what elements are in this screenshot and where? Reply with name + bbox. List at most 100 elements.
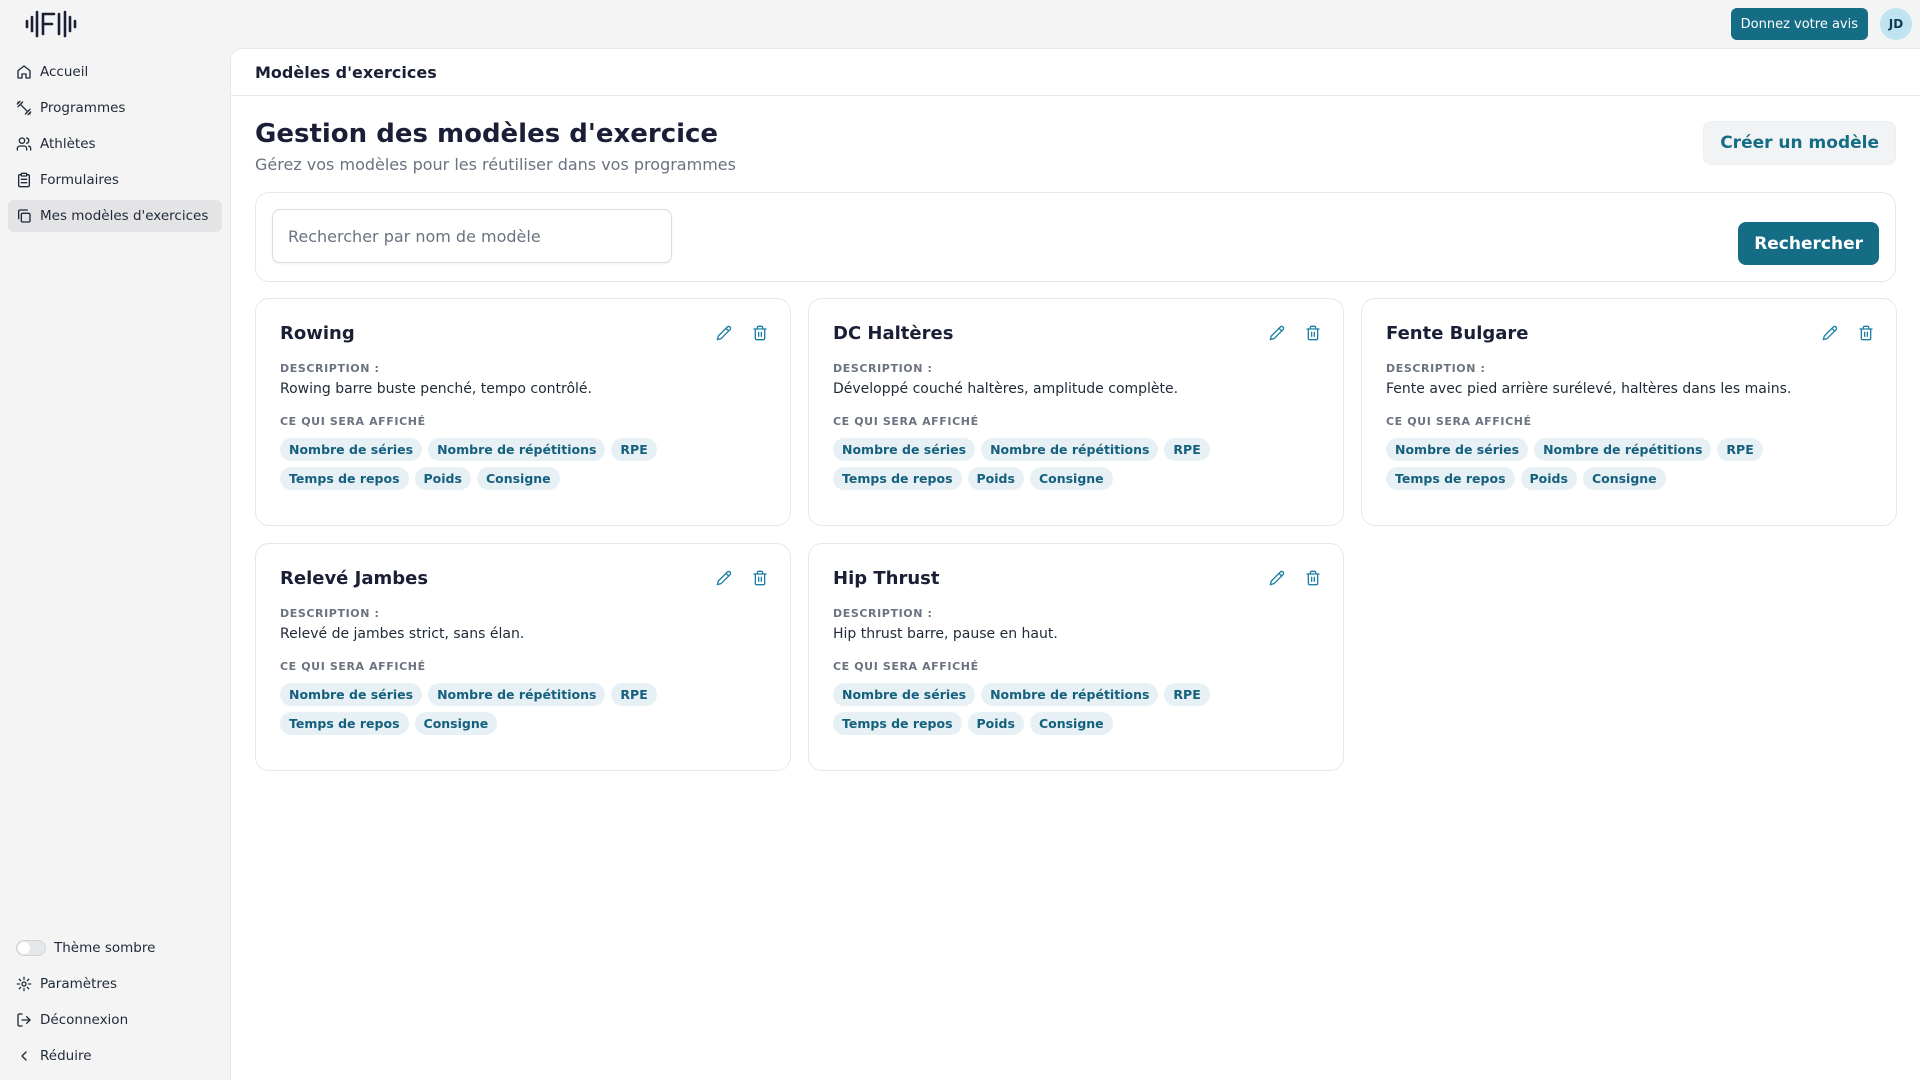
- display-tag: RPE: [1717, 438, 1763, 461]
- template-card: Fente Bulgare DESCRIPTION : Fente avec p…: [1361, 298, 1897, 526]
- logout-icon: [16, 1012, 32, 1028]
- display-tag: Consigne: [476, 467, 560, 490]
- display-tag: Nombre de séries: [280, 438, 423, 461]
- template-name: Hip Thrust: [833, 568, 940, 589]
- template-card: Hip Thrust DESCRIPTION : Hip thrust barr…: [808, 543, 1344, 771]
- sidebar-item-label: Déconnexion: [40, 1012, 129, 1028]
- display-tag: Nombre de séries: [833, 438, 976, 461]
- breadcrumb: Modèles d'exercices: [231, 49, 1920, 96]
- description-label: DESCRIPTION :: [280, 362, 380, 375]
- display-tag: Nombre de répétitions: [428, 438, 606, 461]
- dark-theme-toggle[interactable]: [16, 940, 46, 956]
- template-description: Hip thrust barre, pause en haut.: [833, 626, 1058, 642]
- delete-icon[interactable]: [1305, 325, 1321, 341]
- edit-icon[interactable]: [1269, 570, 1285, 586]
- card-actions: [1269, 325, 1321, 341]
- search-panel: Rechercher: [255, 192, 1896, 282]
- edit-icon[interactable]: [716, 570, 732, 586]
- display-tag: RPE: [611, 683, 657, 706]
- description-label: DESCRIPTION :: [1386, 362, 1486, 375]
- display-tag: RPE: [1164, 683, 1210, 706]
- chevron-left-icon: [16, 1048, 32, 1064]
- search-button[interactable]: Rechercher: [1738, 222, 1879, 265]
- display-tag: Poids: [1520, 467, 1577, 490]
- card-actions: [716, 325, 768, 341]
- description-label: DESCRIPTION :: [280, 607, 380, 620]
- display-tag: Temps de repos: [1386, 467, 1515, 490]
- sidebar-item-accueil[interactable]: Accueil: [8, 56, 222, 88]
- template-card: Rowing DESCRIPTION : Rowing barre buste …: [255, 298, 791, 526]
- edit-icon[interactable]: [1269, 325, 1285, 341]
- sidebar-item-programmes[interactable]: Programmes: [8, 92, 222, 124]
- display-tag: RPE: [1164, 438, 1210, 461]
- sidebar-item-label: Réduire: [40, 1048, 92, 1064]
- gear-icon: [16, 976, 32, 992]
- display-tag: RPE: [611, 438, 657, 461]
- delete-icon[interactable]: [1858, 325, 1874, 341]
- display-tag: Temps de repos: [280, 467, 409, 490]
- template-name: Fente Bulgare: [1386, 323, 1529, 344]
- template-description: Fente avec pied arrière surélevé, haltèr…: [1386, 381, 1792, 397]
- display-tag: Nombre de séries: [833, 683, 976, 706]
- template-description: Rowing barre buste penché, tempo contrôl…: [280, 381, 592, 397]
- feedback-button[interactable]: Donnez votre avis: [1730, 8, 1868, 40]
- display-tags: Nombre de séries Nombre de répétitions RPE…: [1386, 438, 1766, 490]
- edit-icon[interactable]: [1822, 325, 1838, 341]
- display-tag: Nombre de répétitions: [428, 683, 606, 706]
- display-tag: Consigne: [1029, 467, 1113, 490]
- search-input[interactable]: [272, 209, 672, 263]
- display-tag: Poids: [414, 467, 471, 490]
- sidebar-item-parametres[interactable]: Paramètres: [8, 968, 222, 1000]
- template-name: Rowing: [280, 323, 355, 344]
- template-description: Relevé de jambes strict, sans élan.: [280, 626, 525, 642]
- edit-icon[interactable]: [716, 325, 732, 341]
- template-cards: Rowing DESCRIPTION : Rowing barre buste …: [255, 298, 1898, 771]
- template-card: DC Haltères DESCRIPTION : Développé couc…: [808, 298, 1344, 526]
- sidebar-item-label: Athlètes: [40, 136, 96, 152]
- sidebar-item-reduire[interactable]: Réduire: [8, 1040, 222, 1072]
- sidebar-item-deconnexion[interactable]: Déconnexion: [8, 1004, 222, 1036]
- card-actions: [716, 570, 768, 586]
- create-template-button[interactable]: Créer un modèle: [1703, 121, 1896, 165]
- delete-icon[interactable]: [752, 570, 768, 586]
- main-panel: Modèles d'exercices Gestion des modèles …: [230, 48, 1920, 1080]
- sidebar-item-label: Formulaires: [40, 172, 119, 188]
- sidebar-item-label: Mes modèles d'exercices: [40, 208, 209, 224]
- sidebar-item-athletes[interactable]: Athlètes: [8, 128, 222, 160]
- display-tags: Nombre de séries Nombre de répétitions RPE…: [280, 438, 660, 490]
- display-tag: Nombre de séries: [280, 683, 423, 706]
- display-tag: Nombre de répétitions: [1534, 438, 1712, 461]
- card-actions: [1269, 570, 1321, 586]
- display-tag: Consigne: [414, 712, 498, 735]
- display-tag: Consigne: [1029, 712, 1113, 735]
- sidebar-item-label: Paramètres: [40, 976, 117, 992]
- sidebar-bottom: Thème sombre Paramètres Déconnexion Rédu…: [8, 932, 222, 1076]
- avatar[interactable]: JD: [1880, 8, 1912, 40]
- card-actions: [1822, 325, 1874, 341]
- display-tag: Temps de repos: [280, 712, 409, 735]
- users-icon: [16, 136, 32, 152]
- logo[interactable]: [24, 8, 84, 40]
- display-label: CE QUI SERA AFFICHÉ: [1386, 415, 1532, 428]
- clipboard-icon: [16, 172, 32, 188]
- sidebar-item-formulaires[interactable]: Formulaires: [8, 164, 222, 196]
- template-card: Relevé Jambes DESCRIPTION : Relevé de ja…: [255, 543, 791, 771]
- display-tag: Nombre de répétitions: [981, 438, 1159, 461]
- template-name: Relevé Jambes: [280, 568, 429, 589]
- home-icon: [16, 64, 32, 80]
- template-description: Développé couché haltères, amplitude com…: [833, 381, 1179, 397]
- display-label: CE QUI SERA AFFICHÉ: [833, 660, 979, 673]
- theme-toggle-item[interactable]: Thème sombre: [8, 932, 222, 964]
- display-tags: Nombre de séries Nombre de répétitions RPE…: [833, 683, 1213, 735]
- delete-icon[interactable]: [1305, 570, 1321, 586]
- sidebar-item-mes-modeles[interactable]: Mes modèles d'exercices: [8, 200, 222, 232]
- page-subtitle: Gérez vos modèles pour les réutiliser da…: [255, 155, 736, 174]
- display-tags: Nombre de séries Nombre de répétitions RPE…: [280, 683, 660, 735]
- page-header: Gestion des modèles d'exercice Gérez vos…: [255, 119, 1896, 179]
- display-label: CE QUI SERA AFFICHÉ: [833, 415, 979, 428]
- template-name: DC Haltères: [833, 323, 954, 344]
- sidebar-nav: Accueil Programmes Athlètes Formulaires …: [8, 56, 222, 236]
- display-tag: Nombre de répétitions: [981, 683, 1159, 706]
- display-tag: Poids: [967, 467, 1024, 490]
- delete-icon[interactable]: [752, 325, 768, 341]
